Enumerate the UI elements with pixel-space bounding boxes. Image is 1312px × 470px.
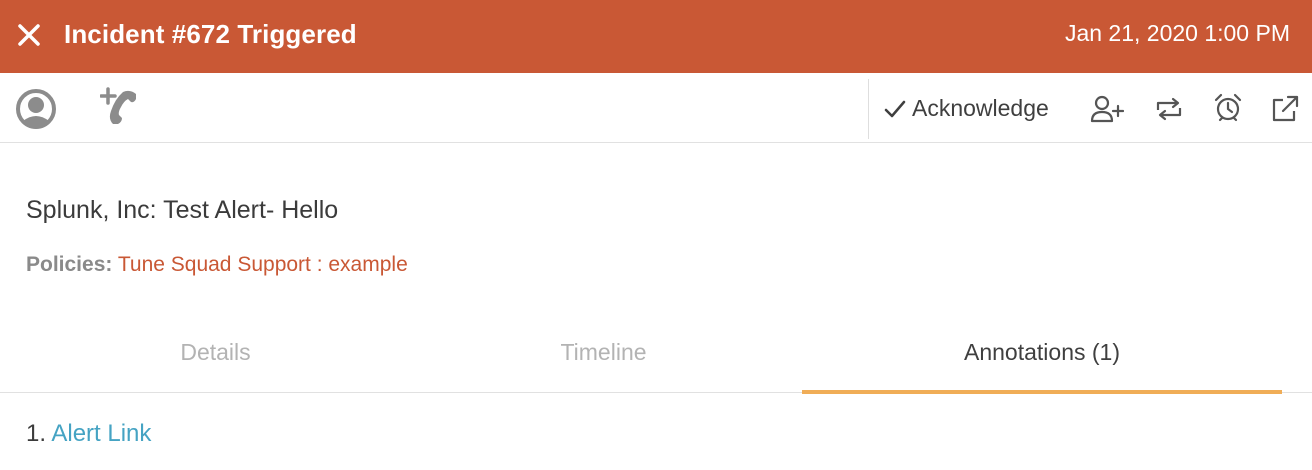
incident-timestamp: Jan 21, 2020 1:00 PM xyxy=(1064,20,1290,46)
snooze-alarm-icon[interactable] xyxy=(1214,93,1242,123)
add-user-icon[interactable] xyxy=(1090,94,1124,124)
external-link-icon[interactable] xyxy=(1270,95,1300,123)
incident-policies: Policies: Tune Squad Support : example xyxy=(26,253,408,277)
incident-title: Incident #672 Triggered xyxy=(64,19,357,49)
alert-link[interactable]: Alert Link xyxy=(51,420,151,447)
incident-header: Incident #672 Triggered Jan 21, 2020 1:0… xyxy=(0,0,1312,73)
list-item: 1. Alert Link xyxy=(26,420,151,448)
policies-label: Policies: xyxy=(26,253,113,276)
incident-summary: Splunk, Inc: Test Alert- Hello xyxy=(26,196,339,224)
incident-toolbar: Acknowledge xyxy=(0,73,1312,143)
tab-timeline[interactable]: Timeline xyxy=(388,312,819,392)
close-icon[interactable] xyxy=(16,22,42,48)
policies-link[interactable]: Tune Squad Support : example xyxy=(118,253,408,276)
check-icon xyxy=(884,100,906,117)
toolbar-divider xyxy=(868,79,869,139)
annotation-number: 1. xyxy=(26,420,47,447)
acknowledge-button[interactable]: Acknowledge xyxy=(884,95,1049,122)
tab-annotations[interactable]: Annotations (1) xyxy=(802,312,1282,394)
acknowledge-label: Acknowledge xyxy=(912,95,1049,121)
avatar-icon[interactable] xyxy=(15,89,57,129)
incident-tabs: Details Timeline Annotations (1) xyxy=(0,312,1312,394)
add-call-icon[interactable] xyxy=(100,87,140,127)
tab-details[interactable]: Details xyxy=(0,312,431,392)
reroute-icon[interactable] xyxy=(1153,96,1185,122)
